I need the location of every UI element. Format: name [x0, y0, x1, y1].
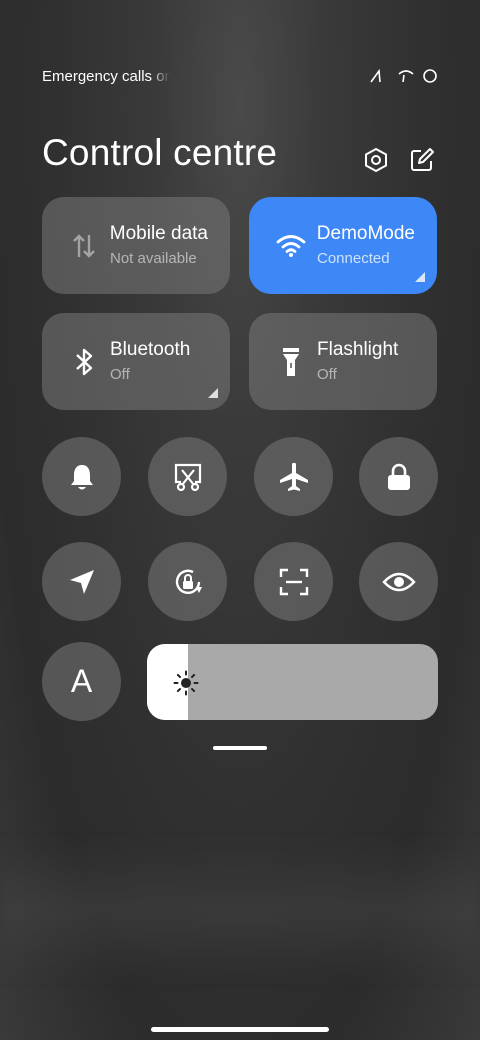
tile-label: DemoMode [317, 222, 415, 244]
rotation-lock-toggle[interactable] [148, 542, 227, 621]
scan-icon [279, 568, 308, 595]
brightness-slider[interactable] [147, 644, 438, 720]
wifi-icon [398, 70, 414, 83]
tile-label: Flashlight [317, 338, 399, 360]
airplane-icon [279, 462, 308, 491]
header: Control centre [42, 126, 438, 180]
status-icons [370, 68, 438, 84]
tile-label: Mobile data [110, 222, 208, 244]
flashlight-icon [275, 346, 307, 378]
location-icon [69, 569, 94, 594]
rotation-lock-icon [175, 569, 202, 594]
flashlight-tile[interactable]: Flashlight Off [249, 313, 437, 410]
wifi-tile[interactable]: DemoMode Connected [249, 197, 437, 294]
tile-status: Off [317, 365, 337, 383]
mobile-data-icon [68, 230, 100, 262]
panel-drag-handle[interactable] [213, 746, 267, 750]
airplane-toggle[interactable] [254, 437, 333, 516]
tile-status: Off [110, 365, 130, 383]
settings-icon [365, 147, 387, 173]
edit-button[interactable] [406, 144, 438, 176]
silent-toggle[interactable] [42, 437, 121, 516]
screenshot-toggle[interactable] [148, 437, 227, 516]
status-text: Emergency calls only [42, 67, 170, 85]
lock-icon [387, 463, 410, 490]
tile-status: Not available [110, 249, 197, 267]
font-size-toggle[interactable]: A [42, 642, 121, 721]
edit-icon [411, 148, 434, 171]
location-toggle[interactable] [42, 542, 121, 621]
signal-icon [370, 69, 381, 83]
expand-corner-icon[interactable] [415, 272, 425, 282]
eye-icon [381, 572, 416, 591]
header-actions [360, 144, 438, 176]
reading-mode-toggle[interactable] [359, 542, 438, 621]
expand-corner-icon[interactable] [208, 388, 218, 398]
screenshot-icon [174, 463, 201, 491]
settings-button[interactable] [360, 144, 392, 176]
battery-icon [423, 69, 437, 83]
scan-toggle[interactable] [254, 542, 333, 621]
tile-status: Connected [317, 249, 390, 267]
brightness-icon [173, 670, 199, 696]
bluetooth-tile[interactable]: Bluetooth Off [42, 313, 230, 410]
lock-screen-toggle[interactable] [359, 437, 438, 516]
status-bar: Emergency calls only [42, 62, 438, 90]
page-title: Control centre [42, 132, 278, 173]
background-blur [0, 840, 480, 980]
bell-icon [70, 464, 93, 489]
mobile-data-tile[interactable]: Mobile data Not available [42, 197, 230, 294]
wifi-icon [275, 230, 307, 262]
bluetooth-icon [68, 346, 100, 378]
tile-label: Bluetooth [110, 338, 191, 360]
home-indicator[interactable] [151, 1027, 329, 1032]
font-size-icon: A [70, 663, 93, 699]
